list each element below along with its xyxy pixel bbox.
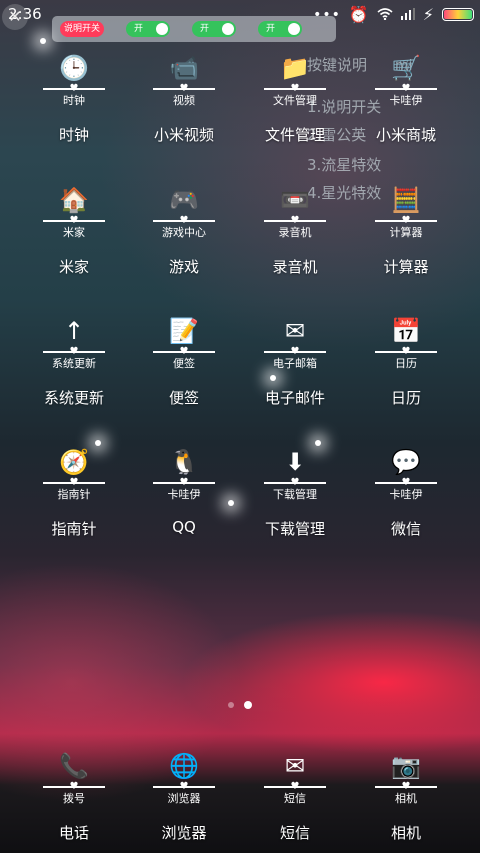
mail-icon: ✉ ♥ 电子邮箱 xyxy=(260,315,330,379)
dock-phone[interactable]: 📞 ♥ 拨号 电话 xyxy=(19,750,129,843)
dock-camera[interactable]: 📷 ♥ 相机 相机 xyxy=(351,750,461,843)
app-label: 电话 xyxy=(58,824,89,842)
dock-browser[interactable]: 🌐 ♥ 浏览器 浏览器 xyxy=(129,750,239,843)
toggle-panel: 说明开关 开 开 开 xyxy=(52,16,336,42)
page-dot[interactable] xyxy=(228,702,234,708)
app-label: 游戏 xyxy=(168,258,199,276)
app-calculator[interactable]: 🧮 ♥ 计算器 计算器 xyxy=(351,184,461,277)
close-icon[interactable]: ✕ xyxy=(2,4,28,30)
calculator-icon: 🧮 ♥ 计算器 xyxy=(371,184,441,248)
sparkle xyxy=(40,38,46,44)
status-icons: ••• ⏰ ⚡ xyxy=(313,5,474,24)
chat-bubbles-icon: 💬 ♥ 卡哇伊 xyxy=(371,446,441,510)
charging-icon: ⚡ xyxy=(422,5,434,24)
app-label: 小米商城 xyxy=(375,126,436,144)
gamepad-icon: 🎮 ♥ 游戏中心 xyxy=(149,184,219,248)
cassette-icon: 📼 ♥ 录音机 xyxy=(260,184,330,248)
app-mi-store[interactable]: 🛒 ♥ 卡哇伊 小米商城 xyxy=(351,52,461,145)
app-label: 计算器 xyxy=(383,258,429,276)
app-calendar[interactable]: 📅 ♥ 日历 日历 xyxy=(351,315,461,408)
alarm-icon: ⏰ xyxy=(348,5,369,24)
phone-icon: 📞 ♥ 拨号 xyxy=(39,750,109,814)
dock-messages[interactable]: ✉ ♥ 短信 短信 xyxy=(240,750,350,843)
note-3: 3.流星特效 xyxy=(307,156,382,174)
app-file-manager[interactable]: 📁 ♥ 文件管理 文件管理 xyxy=(240,52,350,145)
app-label: 小米视频 xyxy=(153,126,214,144)
download-icon: ⬇ ♥ 下载管理 xyxy=(260,446,330,510)
app-clock[interactable]: 🕒 ♥ 时钟 时钟 xyxy=(19,52,129,145)
app-label: 便签 xyxy=(168,389,199,407)
toggle-1[interactable]: 开 xyxy=(126,21,170,37)
app-label: 微信 xyxy=(390,520,421,538)
app-compass[interactable]: 🧭 ♥ 指南针 指南针 xyxy=(19,446,129,539)
app-qq[interactable]: 🐧 ♥ 卡哇伊 QQ xyxy=(129,446,239,536)
app-downloads[interactable]: ⬇ ♥ 下载管理 下载管理 xyxy=(240,446,350,539)
app-label: 下载管理 xyxy=(264,520,325,538)
app-label: 指南针 xyxy=(51,520,97,538)
app-label: 电子邮件 xyxy=(264,389,325,407)
calendar-icon: 📅 ♥ 日历 xyxy=(371,315,441,379)
globe-icon: 🌐 ♥ 浏览器 xyxy=(149,750,219,814)
store-icon: 🛒 ♥ 卡哇伊 xyxy=(371,52,441,116)
video-icon: 📹 ♥ 视频 xyxy=(149,52,219,116)
camera-icon: 📷 ♥ 相机 xyxy=(371,750,441,814)
app-label: 时钟 xyxy=(58,126,89,144)
app-notes[interactable]: 📝 ♥ 便签 便签 xyxy=(129,315,239,408)
app-label: 系统更新 xyxy=(43,389,104,407)
app-label: 相机 xyxy=(390,824,421,842)
app-wechat[interactable]: 💬 ♥ 卡哇伊 微信 xyxy=(351,446,461,539)
folder-icon: 📁 ♥ 文件管理 xyxy=(260,52,330,116)
app-email[interactable]: ✉ ♥ 电子邮箱 电子邮件 xyxy=(240,315,350,408)
wifi-icon xyxy=(377,5,393,24)
page-indicator[interactable] xyxy=(0,701,480,709)
app-label: 短信 xyxy=(279,824,310,842)
app-label: 文件管理 xyxy=(264,126,325,144)
clock-icon: 🕒 ♥ 时钟 xyxy=(39,52,109,116)
penguin-icon: 🐧 ♥ 卡哇伊 xyxy=(149,446,219,510)
app-label: QQ xyxy=(172,518,196,536)
mijia-icon: 🏠 ♥ 米家 xyxy=(39,184,109,248)
battery-icon xyxy=(442,8,474,21)
envelope-icon: ✉ ♥ 短信 xyxy=(260,750,330,814)
app-label: 米家 xyxy=(58,258,89,276)
explain-switch-toggle[interactable]: 说明开关 xyxy=(60,21,104,37)
app-label: 浏览器 xyxy=(161,824,207,842)
app-mi-video[interactable]: 📹 ♥ 视频 小米视频 xyxy=(129,52,239,145)
app-mijia[interactable]: 🏠 ♥ 米家 米家 xyxy=(19,184,129,277)
page-dot-active[interactable] xyxy=(244,701,252,709)
notes-icon: 📝 ♥ 便签 xyxy=(149,315,219,379)
arrow-up-icon: ↑ ♥ 系统更新 xyxy=(39,315,109,379)
toggle-3[interactable]: 开 xyxy=(258,21,302,37)
signal-icon xyxy=(400,5,415,24)
app-label: 录音机 xyxy=(272,258,318,276)
app-games[interactable]: 🎮 ♥ 游戏中心 游戏 xyxy=(129,184,239,277)
compass-icon: 🧭 ♥ 指南针 xyxy=(39,446,109,510)
app-label: 日历 xyxy=(390,389,421,407)
app-system-update[interactable]: ↑ ♥ 系统更新 系统更新 xyxy=(19,315,129,408)
toggle-2[interactable]: 开 xyxy=(192,21,236,37)
app-recorder[interactable]: 📼 ♥ 录音机 录音机 xyxy=(240,184,350,277)
